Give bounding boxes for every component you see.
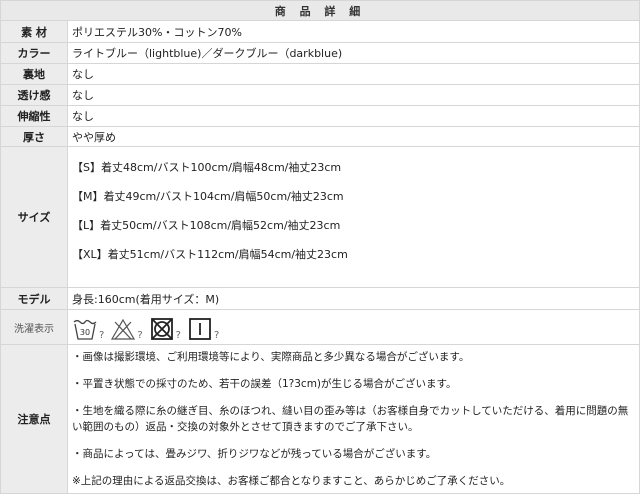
table-header: 商 品 詳 細 xyxy=(0,0,640,21)
no-tumble-dry-icon: ? xyxy=(149,317,181,341)
row-lining: 裏地 なし xyxy=(0,64,640,85)
model-value: 身長:160cm(着用サイズ：M) xyxy=(68,288,640,309)
stretch-label: 伸縮性 xyxy=(0,106,68,126)
sheerness-value: なし xyxy=(68,85,640,105)
thickness-value: やや厚め xyxy=(68,127,640,146)
size-line-xl: 【XL】着丈51cm/バスト112cm/肩幅54cm/袖丈23cm xyxy=(72,248,348,261)
product-details-table: 商 品 詳 細 素 材 ポリエステル30%・コットン70% カラー ライトブルー… xyxy=(0,0,640,497)
note-line: ・画像は撮影環境、ご利用環境等により、実際商品と多少異なる場合がございます。 xyxy=(72,351,470,363)
no-bleach-icon: ? xyxy=(110,317,143,341)
material-value: ポリエステル30%・コットン70% xyxy=(68,21,640,42)
note-line: ・平置き状態での採寸のため、若干の誤差（1?3cm)が生じる場合がございます。 xyxy=(72,378,457,390)
note-line: い範囲のもの）返品・交換の対象外とさせて頂きますのでご了承下さい。 xyxy=(72,421,419,433)
row-model: モデル 身長:160cm(着用サイズ：M) xyxy=(0,288,640,310)
line-dry-icon: ? xyxy=(187,317,219,341)
size-line-l: 【L】着丈50cm/バスト108cm/肩幅52cm/袖丈23cm xyxy=(72,219,341,232)
size-label: サイズ xyxy=(0,147,68,287)
row-thickness: 厚さ やや厚め xyxy=(0,127,640,147)
row-sheerness: 透け感 なし xyxy=(0,85,640,106)
row-stretch: 伸縮性 なし xyxy=(0,106,640,127)
notes-label: 注意点 xyxy=(0,345,68,493)
table-title: 商 品 詳 細 xyxy=(274,4,366,18)
row-care: 洗濯表示 30 ? ? ? ? xyxy=(0,310,640,345)
care-mark: ? xyxy=(213,330,220,341)
material-label: 素 材 xyxy=(0,21,68,42)
row-material: 素 材 ポリエステル30%・コットン70% xyxy=(0,21,640,43)
size-line-m: 【M】着丈49cm/バスト104cm/肩幅50cm/袖丈23cm xyxy=(72,190,344,203)
thickness-label: 厚さ xyxy=(0,127,68,146)
stretch-value: なし xyxy=(68,106,640,126)
row-color: カラー ライトブルー（lightblue)／ダークブルー（darkblue) xyxy=(0,43,640,64)
sheerness-label: 透け感 xyxy=(0,85,68,105)
size-list: 【S】着丈48cm/バスト100cm/肩幅48cm/袖丈23cm 【M】着丈49… xyxy=(68,147,640,287)
size-line-s: 【S】着丈48cm/バスト100cm/肩幅48cm/袖丈23cm xyxy=(72,161,342,174)
note-line: ※上記の理由による返品交換は、お客様ご都合となりますこと、あらかじめご了承くださ… xyxy=(72,475,511,487)
care-mark: ? xyxy=(175,330,181,341)
lining-value: なし xyxy=(68,64,640,84)
care-label: 洗濯表示 xyxy=(0,310,68,344)
row-size: サイズ 【S】着丈48cm/バスト100cm/肩幅48cm/袖丈23cm 【M】… xyxy=(0,147,640,288)
lining-label: 裏地 xyxy=(0,64,68,84)
color-label: カラー xyxy=(0,43,68,63)
model-label: モデル xyxy=(0,288,68,309)
notes-list: ・画像は撮影環境、ご利用環境等により、実際商品と多少異なる場合がございます。 ・… xyxy=(68,345,640,493)
care-icons: 30 ? ? ? ? xyxy=(68,310,640,344)
note-line: ・生地を織る際に糸の継ぎ目、糸のほつれ、縫い目の歪み等は（お客様自身でカットして… xyxy=(72,405,629,417)
row-notes: 注意点 ・画像は撮影環境、ご利用環境等により、実際商品と多少異なる場合がございま… xyxy=(0,345,640,494)
wash-temp: 30 xyxy=(80,328,90,337)
note-line: ・商品によっては、畳みジワ、折りジワなどが残っている場合がございます。 xyxy=(72,448,437,460)
wash-30-icon: 30 ? xyxy=(72,317,104,341)
care-mark: ? xyxy=(137,330,143,341)
care-mark: ? xyxy=(99,330,105,341)
color-value: ライトブルー（lightblue)／ダークブルー（darkblue) xyxy=(68,43,640,63)
